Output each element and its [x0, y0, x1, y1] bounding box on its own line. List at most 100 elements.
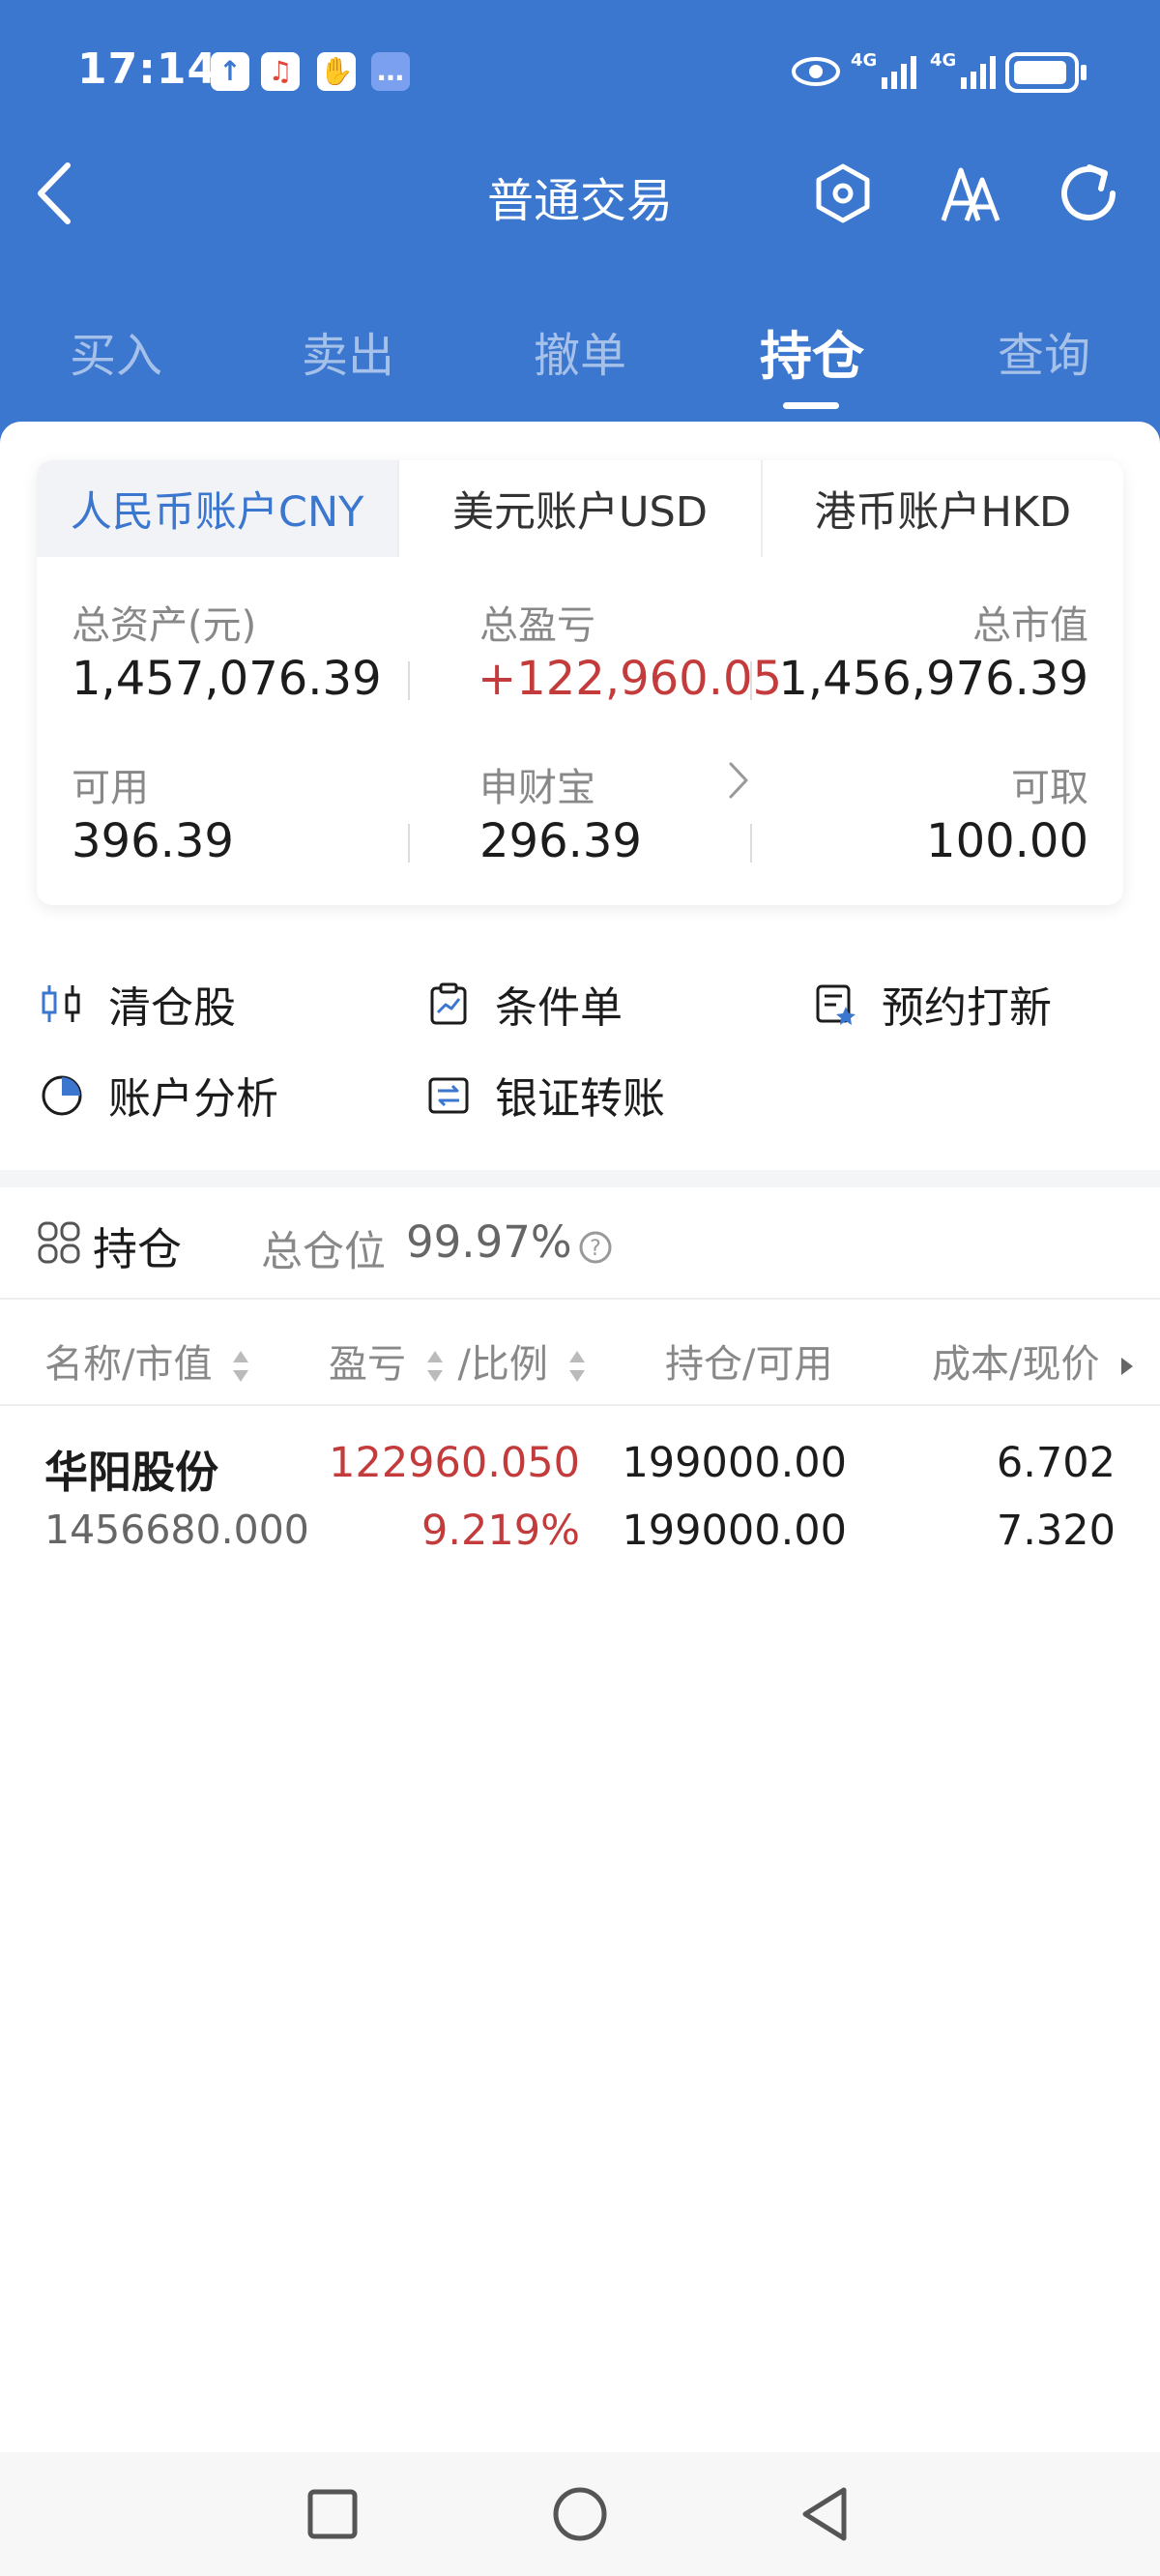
account-tab-usd[interactable]: 美元账户USD — [397, 460, 761, 557]
transfer-icon — [425, 1071, 472, 1118]
total-pnl-value: +122,960.05 — [478, 652, 783, 706]
circle-icon — [553, 2487, 607, 2541]
stock-market-value: 1456680.000 — [44, 1507, 309, 1553]
feature-clear-stock[interactable]: 清仓股 — [39, 973, 236, 1035]
triangle-back-icon — [802, 2487, 847, 2541]
table-row[interactable]: 华阳股份 1456680.000 122960.050 9.219% 19900… — [0, 1414, 1160, 1559]
trade-tabs: 买入 卖出 撤单 持仓 查询 — [0, 309, 1160, 416]
positions-title: 持仓 — [93, 1223, 182, 1275]
available-value: 396.39 — [72, 814, 234, 868]
feature-label: 预约打新 — [882, 983, 1052, 1033]
refresh-icon — [1061, 164, 1116, 220]
hexagon-settings-icon — [816, 163, 870, 223]
account-tabs: 人民币账户CNY 美元账户USD 港币账户HKD — [37, 460, 1123, 557]
square-icon — [307, 2489, 358, 2539]
eye-icon — [792, 57, 840, 86]
refresh-button[interactable] — [1050, 155, 1127, 232]
feature-label: 清仓股 — [108, 983, 236, 1033]
help-icon[interactable]: ? — [578, 1230, 613, 1265]
font-size-button[interactable] — [932, 155, 1009, 232]
stock-available: 199000.00 — [622, 1507, 847, 1555]
upload-icon: ↑ — [211, 52, 249, 91]
stock-holding: 199000.00 — [622, 1439, 847, 1487]
home-button[interactable] — [551, 2485, 609, 2543]
feature-ipo-reservation[interactable]: 预约打新 — [812, 973, 1052, 1035]
sort-icon — [233, 1351, 249, 1382]
svg-text:?: ? — [590, 1237, 601, 1261]
tab-holdings[interactable]: 持仓 — [725, 313, 899, 390]
feature-label: 条件单 — [495, 983, 623, 1033]
withdrawable-label: 可取 — [1011, 766, 1088, 810]
tab-query[interactable]: 查询 — [957, 317, 1131, 385]
stock-pnl: 122960.050 — [329, 1439, 580, 1487]
message-icon: … — [371, 52, 410, 91]
withdrawable-value: 100.00 — [926, 814, 1088, 868]
reservation-doc-icon — [812, 981, 858, 1027]
settings-button[interactable] — [804, 155, 882, 232]
status-bar: 17:14 ↑ ♫ ✋ … 4G 4G — [0, 39, 1160, 106]
chevron-right-icon[interactable] — [725, 760, 750, 801]
feature-conditional-order[interactable]: 条件单 — [425, 973, 623, 1035]
total-position-value: 99.97% — [406, 1216, 572, 1268]
feature-label: 账户分析 — [108, 1074, 278, 1124]
column-label: 名称/市值 — [44, 1342, 213, 1387]
feature-account-analysis[interactable]: 账户分析 — [39, 1064, 278, 1126]
tab-sell[interactable]: 卖出 — [261, 317, 435, 385]
total-assets-label: 总资产(元) — [72, 603, 257, 648]
svg-text:4G: 4G — [930, 50, 956, 71]
signal-4g-icon: 4G — [851, 50, 916, 89]
hand-icon: ✋ — [317, 52, 356, 91]
pie-chart-icon — [39, 1071, 85, 1118]
account-tab-hkd[interactable]: 港币账户HKD — [760, 460, 1123, 557]
shencaibao-value: 296.39 — [479, 814, 642, 868]
available-label: 可用 — [72, 766, 149, 810]
grid-icon — [38, 1221, 80, 1264]
stock-price: 7.320 — [996, 1507, 1116, 1555]
shencaibao-label[interactable]: 申财宝 — [479, 756, 595, 812]
column-label: /比例 — [457, 1342, 548, 1387]
total-position-label: 总仓位 — [261, 1228, 386, 1276]
candlestick-icon — [39, 981, 85, 1027]
market-value-value: 1,456,976.39 — [778, 652, 1088, 706]
divider — [408, 661, 410, 700]
nav-bar: 普通交易 — [0, 145, 1160, 242]
recent-apps-button[interactable] — [304, 2485, 362, 2543]
tab-buy[interactable]: 买入 — [29, 317, 203, 385]
font-size-icon — [941, 167, 1000, 221]
sort-icon — [426, 1351, 443, 1382]
market-value-label: 总市值 — [972, 603, 1088, 648]
column-label: 成本/现价 — [932, 1342, 1100, 1387]
caret-right-icon — [1121, 1358, 1134, 1375]
account-tab-cny[interactable]: 人民币账户CNY — [37, 460, 398, 557]
divider — [750, 824, 752, 863]
stock-cost: 6.702 — [996, 1439, 1116, 1487]
col-name-value[interactable]: 名称/市值 — [44, 1332, 251, 1389]
col-pnl-ratio[interactable]: 盈亏 /比例 — [329, 1332, 588, 1389]
clipboard-chart-icon — [425, 981, 472, 1027]
system-nav-bar — [0, 2452, 1160, 2576]
tab-indicator — [783, 402, 839, 409]
total-pnl-label: 总盈亏 — [479, 603, 595, 648]
feature-label: 银证转账 — [495, 1074, 665, 1124]
signal-4g-icon-2: 4G — [930, 50, 996, 89]
positions-header: 持仓 总仓位 99.97% ? — [0, 1187, 1160, 1300]
stock-pnl-ratio: 9.219% — [421, 1507, 580, 1555]
battery-icon — [1005, 52, 1087, 93]
column-label: 盈亏 — [329, 1342, 406, 1387]
divider — [408, 824, 410, 863]
svg-text:4G: 4G — [851, 50, 877, 71]
section-divider — [0, 1170, 1160, 1187]
stock-name: 华阳股份 — [44, 1447, 219, 1498]
col-cost-price[interactable]: 成本/现价 — [932, 1332, 1135, 1389]
status-time: 17:14 — [77, 44, 218, 94]
positions-table-header: 名称/市值 盈亏 /比例 持仓/可用 成本/现价 — [0, 1300, 1160, 1406]
back-nav-button[interactable] — [797, 2485, 855, 2543]
account-card: 人民币账户CNY 美元账户USD 港币账户HKD 总资产(元) 1,457,07… — [37, 460, 1123, 905]
sort-icon — [568, 1351, 585, 1382]
total-assets-value: 1,457,076.39 — [72, 652, 382, 706]
tab-cancel[interactable]: 撤单 — [493, 317, 667, 385]
feature-bank-transfer[interactable]: 银证转账 — [425, 1064, 665, 1126]
music-icon: ♫ — [261, 52, 300, 91]
col-holding-available[interactable]: 持仓/可用 — [665, 1332, 832, 1389]
divider — [750, 661, 752, 700]
